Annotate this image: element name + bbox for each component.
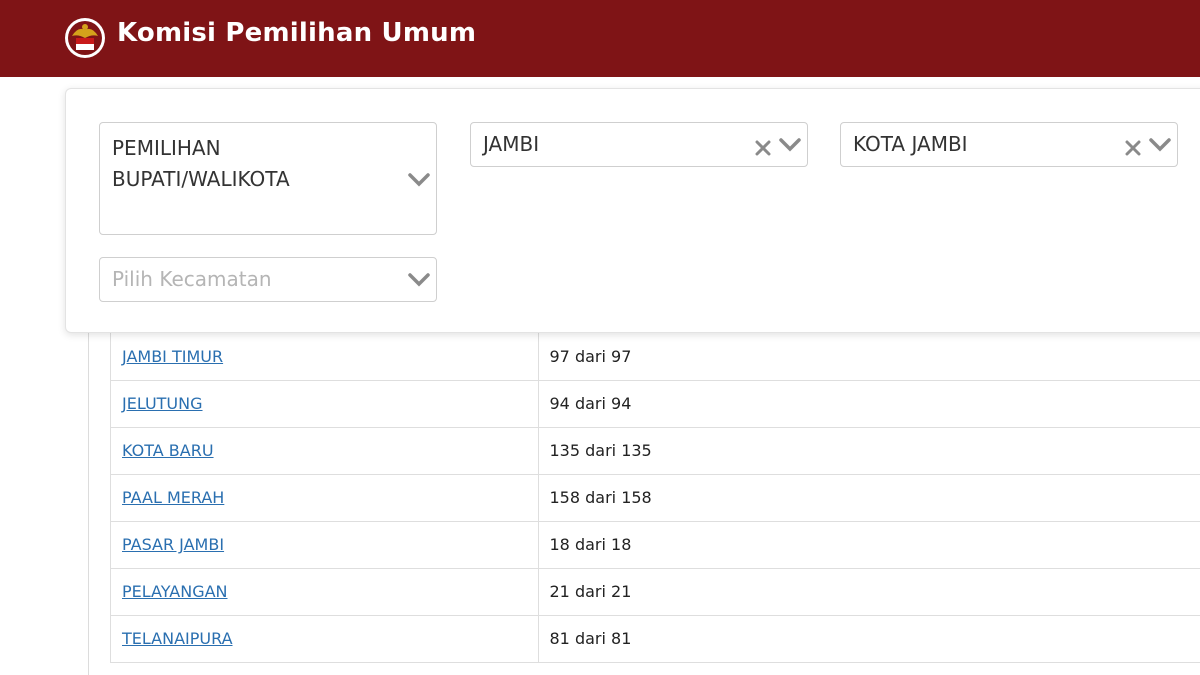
district-results-table: JAMBI TIMUR 97 dari 97 JELUTUNG 94 dari …: [110, 333, 1200, 663]
table-row: JAMBI TIMUR 97 dari 97: [111, 333, 1200, 381]
province-value: JAMBI: [483, 132, 540, 156]
table-row: TELANAIPURA 81 dari 81: [111, 615, 1200, 662]
chevron-down-icon: [408, 173, 430, 187]
table-row: PASAR JAMBI 18 dari 18: [111, 521, 1200, 569]
table-row: PELAYANGAN 21 dari 21: [111, 568, 1200, 616]
district-link[interactable]: KOTA BARU: [122, 441, 214, 460]
kpu-logo-icon[interactable]: [64, 16, 106, 60]
app-title[interactable]: Komisi Pemilihan Umum: [117, 18, 476, 48]
progress-count: 94 dari 94: [538, 380, 1200, 428]
chevron-down-icon: [1149, 138, 1171, 152]
district-placeholder: Pilih Kecamatan: [112, 267, 272, 291]
district-select[interactable]: Pilih Kecamatan: [99, 257, 437, 302]
district-link[interactable]: PASAR JAMBI: [122, 535, 224, 554]
district-link[interactable]: PAAL MERAH: [122, 488, 224, 507]
table-row: KOTA BARU 135 dari 135: [111, 427, 1200, 475]
district-link[interactable]: PELAYANGAN: [122, 582, 228, 601]
filter-panel: PEMILIHAN BUPATI/WALIKOTA JAMBI KOTA JAM…: [65, 88, 1200, 333]
city-select[interactable]: KOTA JAMBI: [840, 122, 1178, 167]
progress-count: 18 dari 18: [538, 521, 1200, 569]
progress-count: 97 dari 97: [538, 333, 1200, 381]
election-type-select[interactable]: PEMILIHAN BUPATI/WALIKOTA: [99, 122, 437, 235]
top-header-bar: Komisi Pemilihan Umum: [0, 0, 1200, 77]
district-link[interactable]: JAMBI TIMUR: [122, 347, 223, 366]
table-row: JELUTUNG 94 dari 94: [111, 380, 1200, 428]
district-link[interactable]: JELUTUNG: [122, 394, 203, 413]
progress-count: 81 dari 81: [549, 629, 632, 649]
province-select[interactable]: JAMBI: [470, 122, 808, 167]
progress-count: 158 dari 158: [538, 474, 1200, 522]
progress-count: 135 dari 135: [538, 427, 1200, 475]
clear-icon[interactable]: [1125, 140, 1141, 156]
content-divider: [88, 330, 89, 675]
progress-count: 21 dari 21: [538, 568, 1200, 616]
clear-icon[interactable]: [755, 140, 771, 156]
city-value: KOTA JAMBI: [853, 132, 968, 156]
table-row: PAAL MERAH 158 dari 158: [111, 474, 1200, 522]
chevron-down-icon: [408, 273, 430, 287]
chevron-down-icon: [779, 138, 801, 152]
election-type-value: PEMILIHAN BUPATI/WALIKOTA: [112, 136, 290, 191]
district-link[interactable]: TELANAIPURA: [122, 629, 233, 648]
